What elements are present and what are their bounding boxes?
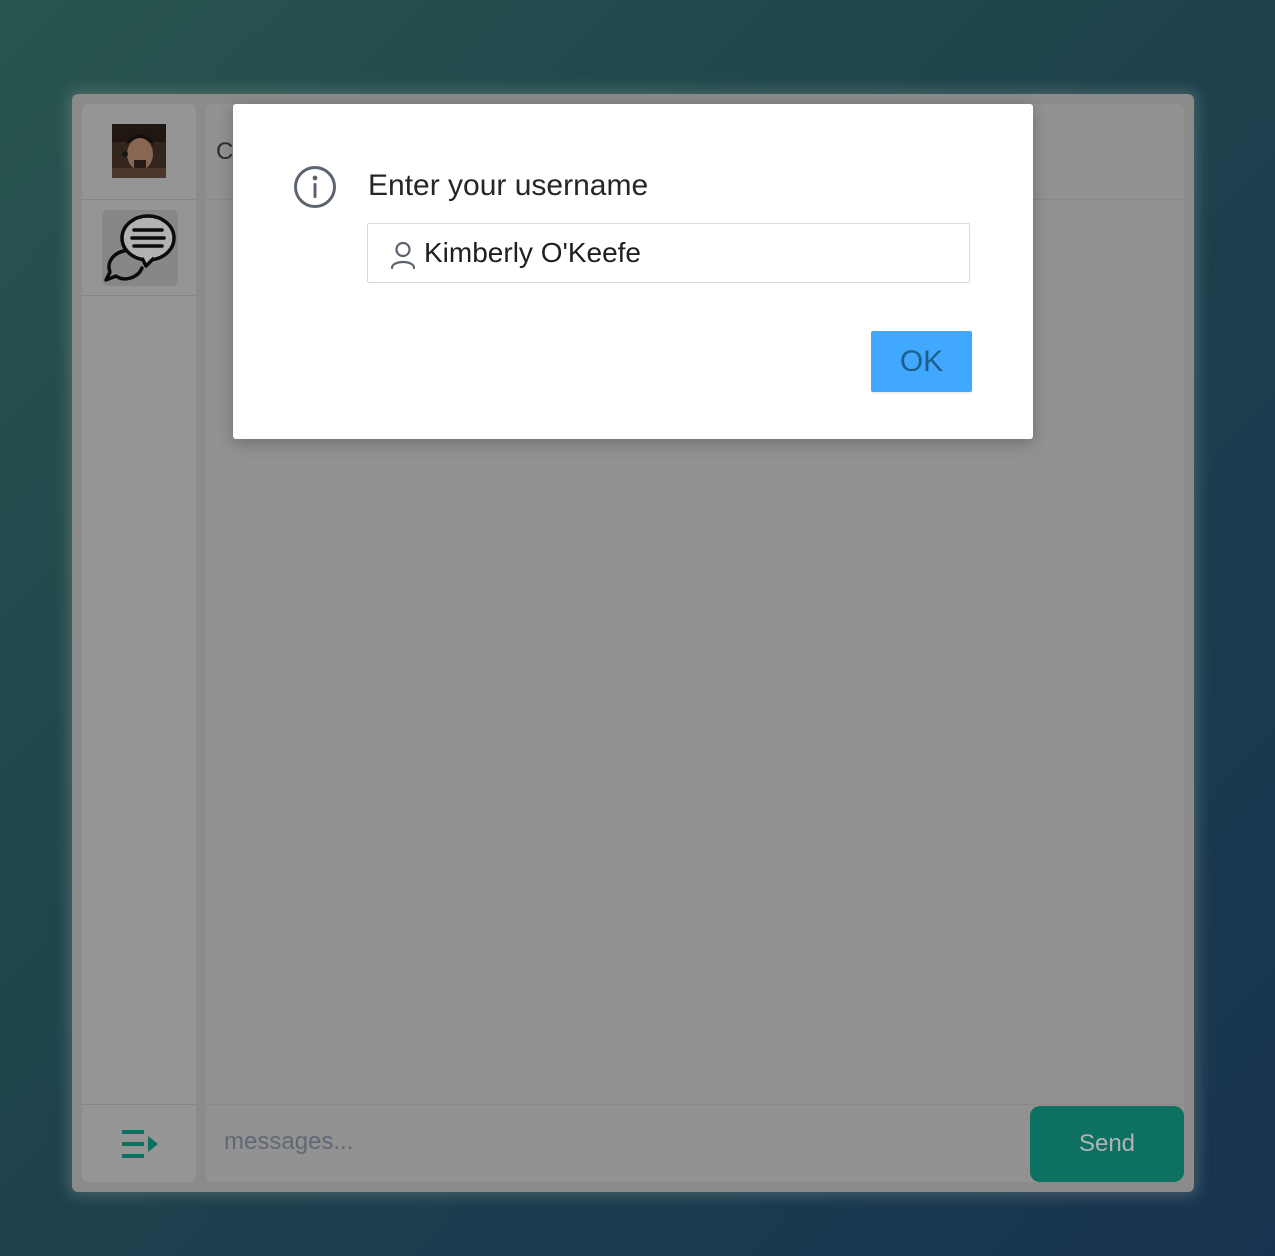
username-input[interactable] [424, 224, 954, 282]
username-field[interactable] [367, 223, 970, 283]
ok-button[interactable]: OK [871, 331, 972, 392]
user-icon [390, 241, 416, 269]
modal-title: Enter your username [368, 169, 649, 202]
username-modal: Enter your username OK [233, 104, 1033, 439]
info-circle-icon [294, 166, 336, 208]
